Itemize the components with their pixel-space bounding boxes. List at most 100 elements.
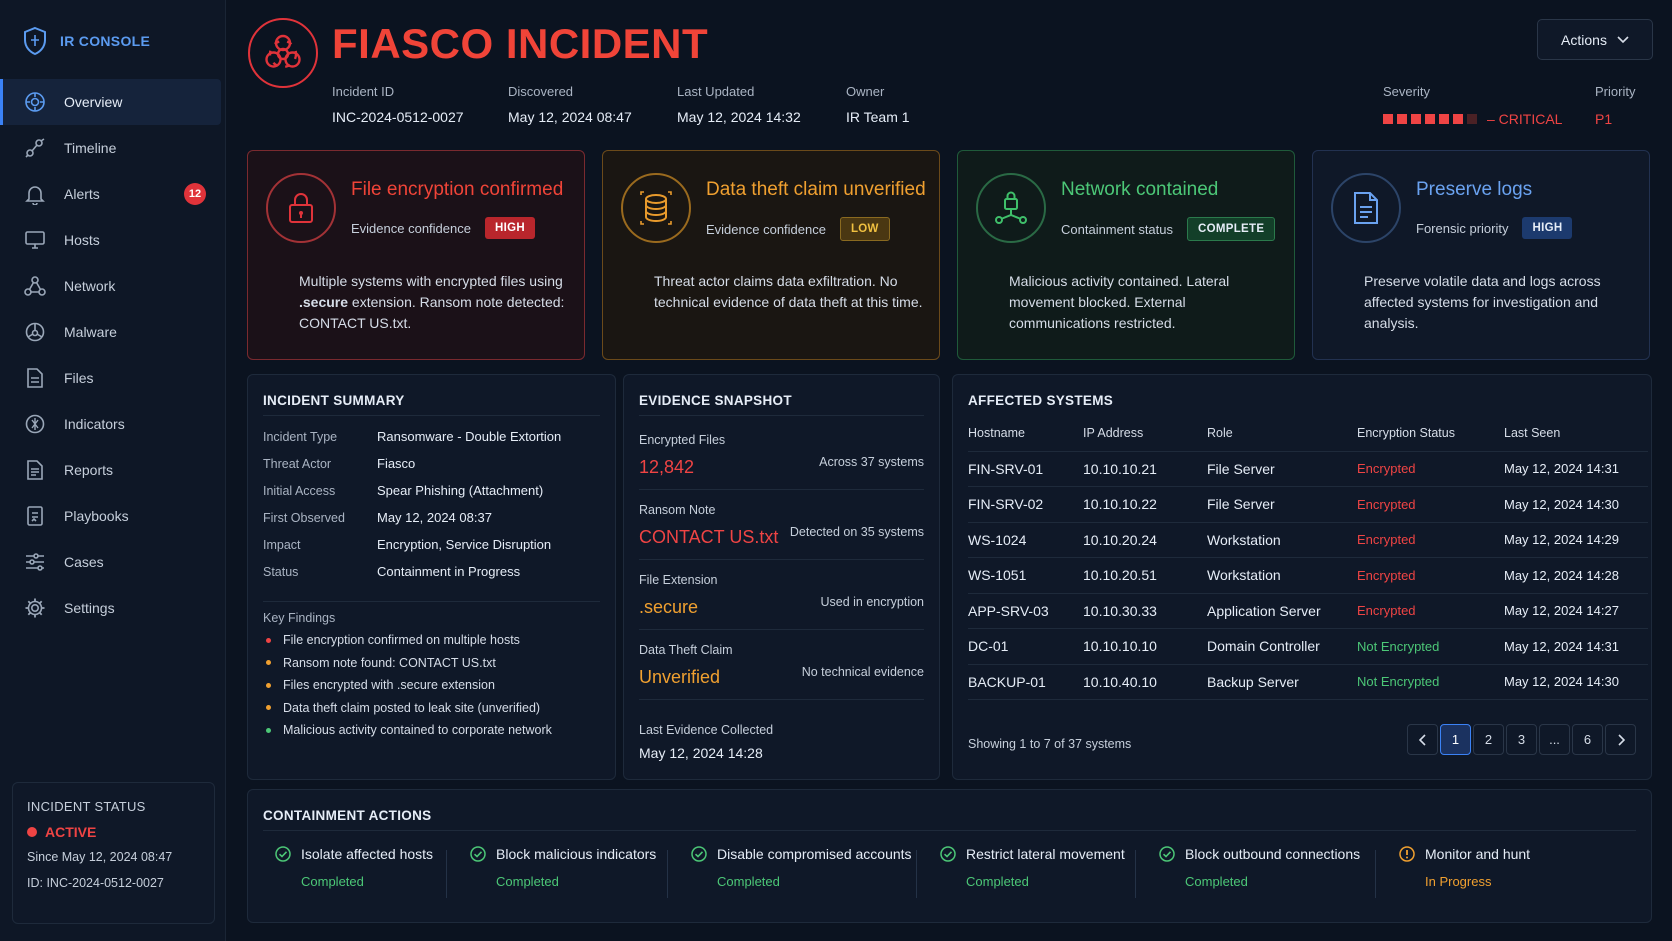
brand-name: IR CONSOLE: [60, 33, 151, 49]
warning-clock-icon: [1399, 846, 1415, 862]
encryption-status-cell: Encrypted: [1357, 593, 1504, 629]
role-cell: Workstation: [1207, 522, 1357, 558]
card-data-theft[interactable]: Data theft claim unverified Evidence con…: [602, 150, 940, 360]
divider: [639, 415, 924, 416]
severity-value: – CRITICAL: [1487, 111, 1563, 127]
summary-row: Impact Encryption, Service Disruption: [263, 537, 551, 552]
incident-status-state: ACTIVE: [27, 824, 200, 840]
incident-status-since: Since May 12, 2024 08:47: [27, 850, 173, 864]
ip-cell: 10.10.10.21: [1083, 451, 1207, 487]
table-row[interactable]: FIN-SRV-01 10.10.10.21 File Server Encrypte…: [968, 451, 1648, 487]
action-status: Completed: [1185, 874, 1248, 889]
card-file-encryption[interactable]: File encryption confirmed Evidence confi…: [247, 150, 585, 360]
sidebar-item-settings[interactable]: Settings: [0, 585, 222, 631]
sidebar-item-files[interactable]: Files: [0, 355, 222, 401]
column-header[interactable]: IP Address: [1083, 415, 1207, 452]
chevron-down-icon: [1617, 35, 1629, 43]
database-icon: [621, 173, 691, 243]
table-row[interactable]: APP-SRV-03 10.10.30.33 Application Server E…: [968, 593, 1648, 629]
meta-label: Last Updated: [677, 84, 755, 99]
brand[interactable]: IR CONSOLE: [22, 26, 150, 56]
page-button[interactable]: 2: [1473, 724, 1504, 755]
column-header[interactable]: Encryption Status: [1357, 415, 1504, 452]
action-name: Restrict lateral movement: [966, 846, 1125, 862]
sidebar-item-timeline[interactable]: Timeline: [0, 125, 222, 171]
column-header[interactable]: Hostname: [968, 415, 1083, 452]
containment-action[interactable]: Block outbound connections Completed: [1159, 846, 1360, 889]
sidebar-item-reports[interactable]: Reports: [0, 447, 222, 493]
ip-cell: 10.10.20.24: [1083, 522, 1207, 558]
monitor-icon: [25, 231, 45, 249]
sidebar-item-cases[interactable]: Cases: [0, 539, 222, 585]
finding-bullet: [266, 727, 271, 733]
evidence-note: Across 37 systems: [819, 455, 924, 469]
meta-label: Incident ID: [332, 84, 395, 99]
evidence-snapshot-panel: EVIDENCE SNAPSHOT Encrypted Files 12,842 A…: [623, 374, 940, 780]
table-row[interactable]: FIN-SRV-02 10.10.10.22 File Server Encrypte…: [968, 486, 1648, 523]
page-button[interactable]: 6: [1572, 724, 1603, 755]
ip-cell: 10.10.40.10: [1083, 664, 1207, 700]
prev-page-button[interactable]: [1407, 724, 1438, 755]
column-header[interactable]: Last Seen: [1504, 415, 1648, 452]
sidebar-item-hosts[interactable]: Hosts: [0, 217, 222, 263]
page-button[interactable]: 1: [1440, 724, 1471, 755]
actions-button[interactable]: Actions: [1537, 19, 1653, 60]
containment-action[interactable]: Restrict lateral movement Completed: [940, 846, 1125, 889]
summary-value: Spear Phishing (Attachment): [377, 483, 544, 498]
containment-action[interactable]: Disable compromised accounts Completed: [691, 846, 912, 889]
column-header[interactable]: Role: [1207, 415, 1357, 452]
containment-action[interactable]: Block malicious indicators Completed: [470, 846, 656, 889]
action-status: In Progress: [1425, 874, 1492, 889]
containment-action[interactable]: Monitor and hunt In Progress: [1399, 846, 1530, 889]
panel-title: CONTAINMENT ACTIONS: [263, 808, 432, 823]
sidebar-item-malware[interactable]: Malware: [0, 309, 222, 355]
card-network-contained[interactable]: Network contained Containment status COMP…: [957, 150, 1295, 360]
table-row[interactable]: WS-1051 10.10.20.51 Workstation Encrypted Ma…: [968, 557, 1648, 594]
role-cell: File Server: [1207, 451, 1357, 487]
card-field: Forensic priority HIGH: [1416, 217, 1573, 239]
table-row[interactable]: BACKUP-01 10.10.40.10 Backup Server Not Enc…: [968, 664, 1648, 700]
meta-value: INC-2024-0512-0027: [332, 109, 464, 125]
evidence-label: File Extension: [639, 573, 718, 587]
check-circle-icon: [691, 846, 707, 862]
card-title: Data theft claim unverified: [706, 179, 926, 200]
card-title: Preserve logs: [1416, 179, 1533, 200]
gear-icon: [25, 598, 45, 618]
table-row[interactable]: WS-1024 10.10.20.24 Workstation Encrypted Ma…: [968, 522, 1648, 558]
sidebar-item-overview[interactable]: Overview: [0, 79, 221, 125]
panel-title: EVIDENCE SNAPSHOT: [639, 393, 792, 408]
meta-last-updated: Last Updated May 12, 2024 14:32: [677, 84, 801, 125]
divider: [639, 699, 924, 700]
page-button[interactable]: ...: [1539, 724, 1570, 755]
encryption-status-cell: Encrypted: [1357, 486, 1504, 523]
confidence-badge: LOW: [839, 217, 890, 241]
table-row[interactable]: DC-01 10.10.10.10 Domain Controller Not Enc…: [968, 628, 1648, 665]
sidebar-item-label: Playbooks: [64, 508, 129, 524]
sidebar-item-alerts[interactable]: Alerts 12: [0, 171, 222, 217]
sidebar-item-playbooks[interactable]: Playbooks: [0, 493, 222, 539]
desc-extension: .secure: [299, 294, 349, 310]
evidence-label: Ransom Note: [639, 503, 716, 517]
last-evidence-label: Last Evidence Collected: [639, 723, 774, 737]
ip-cell: 10.10.10.22: [1083, 486, 1207, 523]
page-button[interactable]: 3: [1506, 724, 1537, 755]
last-evidence: Last Evidence Collected May 12, 2024 14:…: [639, 723, 924, 761]
key-finding: Ransom note found: CONTACT US.txt: [266, 656, 496, 670]
card-title: File encryption confirmed: [351, 179, 564, 200]
summary-key: Status: [263, 565, 299, 579]
card-preserve-logs[interactable]: Preserve logs Forensic priority HIGH Pres…: [1312, 150, 1650, 360]
network-lock-icon: [976, 173, 1046, 243]
lock-icon: [266, 173, 336, 243]
check-circle-icon: [1159, 846, 1175, 862]
check-circle-icon: [470, 846, 486, 862]
sidebar-item-network[interactable]: Network: [0, 263, 222, 309]
sidebar-item-indicators[interactable]: Indicators: [0, 401, 222, 447]
key-finding: Files encrypted with .secure extension: [266, 678, 495, 692]
severity-bar: [1425, 114, 1435, 124]
action-separator: [667, 850, 668, 898]
next-page-button[interactable]: [1605, 724, 1636, 755]
action-status: Completed: [717, 874, 780, 889]
summary-value: Ransomware - Double Extortion: [377, 429, 562, 444]
evidence-label: Data Theft Claim: [639, 643, 733, 657]
containment-action[interactable]: Isolate affected hosts Completed: [275, 846, 433, 889]
